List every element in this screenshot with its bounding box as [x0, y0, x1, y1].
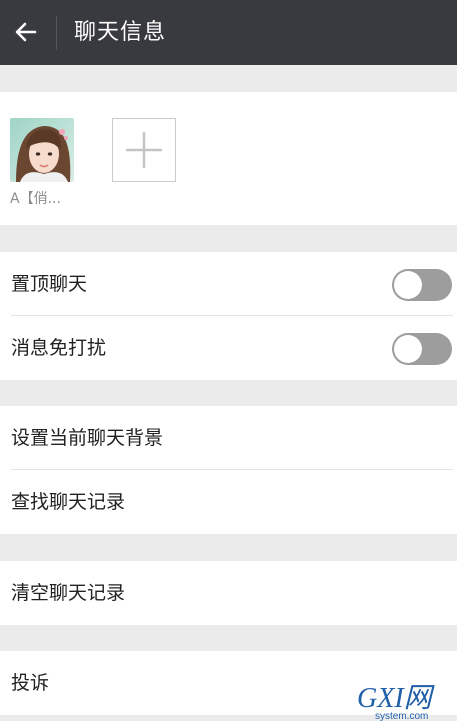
chat-background-label: 设置当前聊天背景	[11, 427, 164, 449]
toggle-knob	[394, 271, 422, 299]
pin-chat-row[interactable]: 置顶聊天	[0, 252, 457, 316]
members-section: A【俏...	[0, 92, 457, 225]
mute-toggle[interactable]	[392, 333, 452, 365]
search-history-row[interactable]: 查找聊天记录	[0, 470, 457, 534]
mute-label: 消息免打扰	[11, 337, 107, 359]
arrow-left-icon	[15, 22, 37, 42]
plus-icon	[126, 132, 162, 168]
background-history-section: 设置当前聊天背景 查找聊天记录	[0, 406, 457, 534]
watermark-main: GXI网	[357, 683, 436, 714]
clear-section: 清空聊天记录	[0, 561, 457, 625]
avatar[interactable]	[10, 118, 74, 182]
title-divider	[56, 16, 57, 50]
member-name: A【俏...	[10, 191, 61, 207]
clear-history-label: 清空聊天记录	[11, 582, 126, 604]
pin-chat-label: 置顶聊天	[11, 273, 88, 295]
title-bar: 聊天信息	[0, 0, 457, 65]
member-item[interactable]: A【俏...	[10, 118, 76, 208]
back-button[interactable]	[4, 10, 48, 54]
add-member-button[interactable]	[112, 118, 176, 182]
pin-chat-toggle[interactable]	[392, 269, 452, 301]
page-title: 聊天信息	[74, 20, 167, 45]
clear-history-row[interactable]: 清空聊天记录	[0, 561, 457, 625]
pin-mute-section: 置顶聊天 消息免打扰	[0, 252, 457, 380]
search-history-label: 查找聊天记录	[11, 491, 126, 513]
mute-row[interactable]: 消息免打扰	[0, 316, 457, 380]
chat-background-row[interactable]: 设置当前聊天背景	[0, 406, 457, 470]
report-label: 投诉	[11, 672, 50, 694]
site-watermark-logo: GXI网 system.com	[357, 683, 436, 721]
toggle-knob	[394, 335, 422, 363]
watermark-sub: system.com	[375, 711, 428, 721]
